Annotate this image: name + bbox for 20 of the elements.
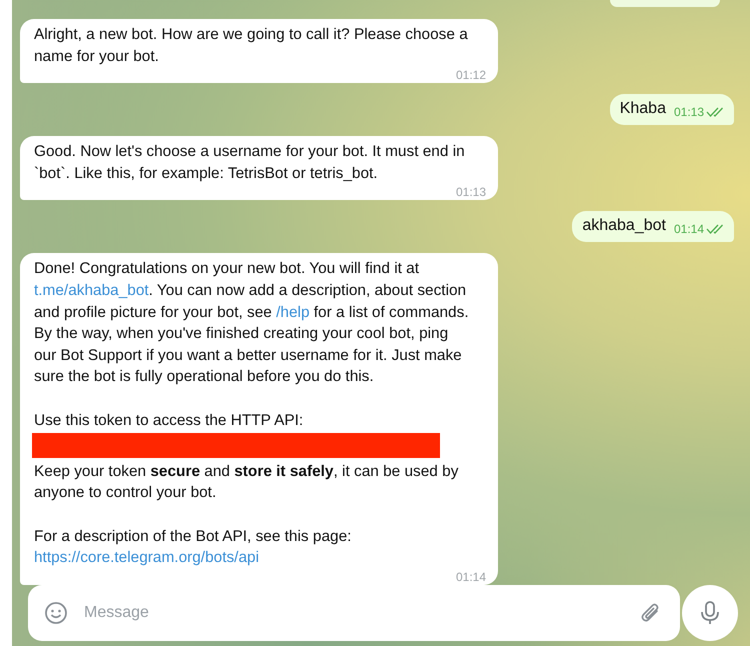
message-text: Done! Congratulations on your new bot. You will find it at t.me/akhaba_bot. You can now add a description, about section and profile picture for your bot, see /help for a list of commands. By the way, when you've finished creating your cool bot, ping our Bot Support if you want a better username for it. Just make sure the bot is fully operational before you do this. bbox=[34, 259, 470, 388]
message-time: 01:14 bbox=[456, 570, 486, 584]
link[interactable]: t.me/akhaba_bot bbox=[34, 282, 149, 299]
link[interactable]: /help bbox=[276, 304, 310, 321]
message-time: 01:13 bbox=[674, 105, 704, 120]
message-text: Alright, a new bot. How are we going to call it? Please choose a name for your bot. bbox=[34, 25, 469, 67]
message-text: Use this token to access the HTTP API: bbox=[34, 410, 304, 431]
message-field[interactable]: Message bbox=[28, 585, 680, 642]
microphone-icon bbox=[699, 600, 721, 626]
message-time: 01:12 bbox=[456, 68, 486, 82]
message-text: Good. Now let's choose a username for your bot. It must end in `bot`. Like this, for example: TetrisBot or tetris_bot. bbox=[34, 142, 466, 184]
message-time: 01:13 bbox=[456, 185, 486, 200]
message-text: For a description of the Bot API, see this page: https://core.telegram.org/bots/api bbox=[34, 526, 352, 568]
message-text: Khaba bbox=[620, 99, 666, 120]
message-input[interactable]: Message bbox=[82, 603, 626, 624]
emoji-icon[interactable] bbox=[44, 601, 68, 626]
message-text: akhaba_bot bbox=[582, 216, 666, 236]
message-time: 01:14 bbox=[674, 222, 704, 236]
message-text: Keep your token secure and store it safely, it can be used by anyone to control your bot. bbox=[34, 462, 460, 504]
link[interactable]: https://core.telegram.org/bots/api bbox=[34, 549, 259, 566]
